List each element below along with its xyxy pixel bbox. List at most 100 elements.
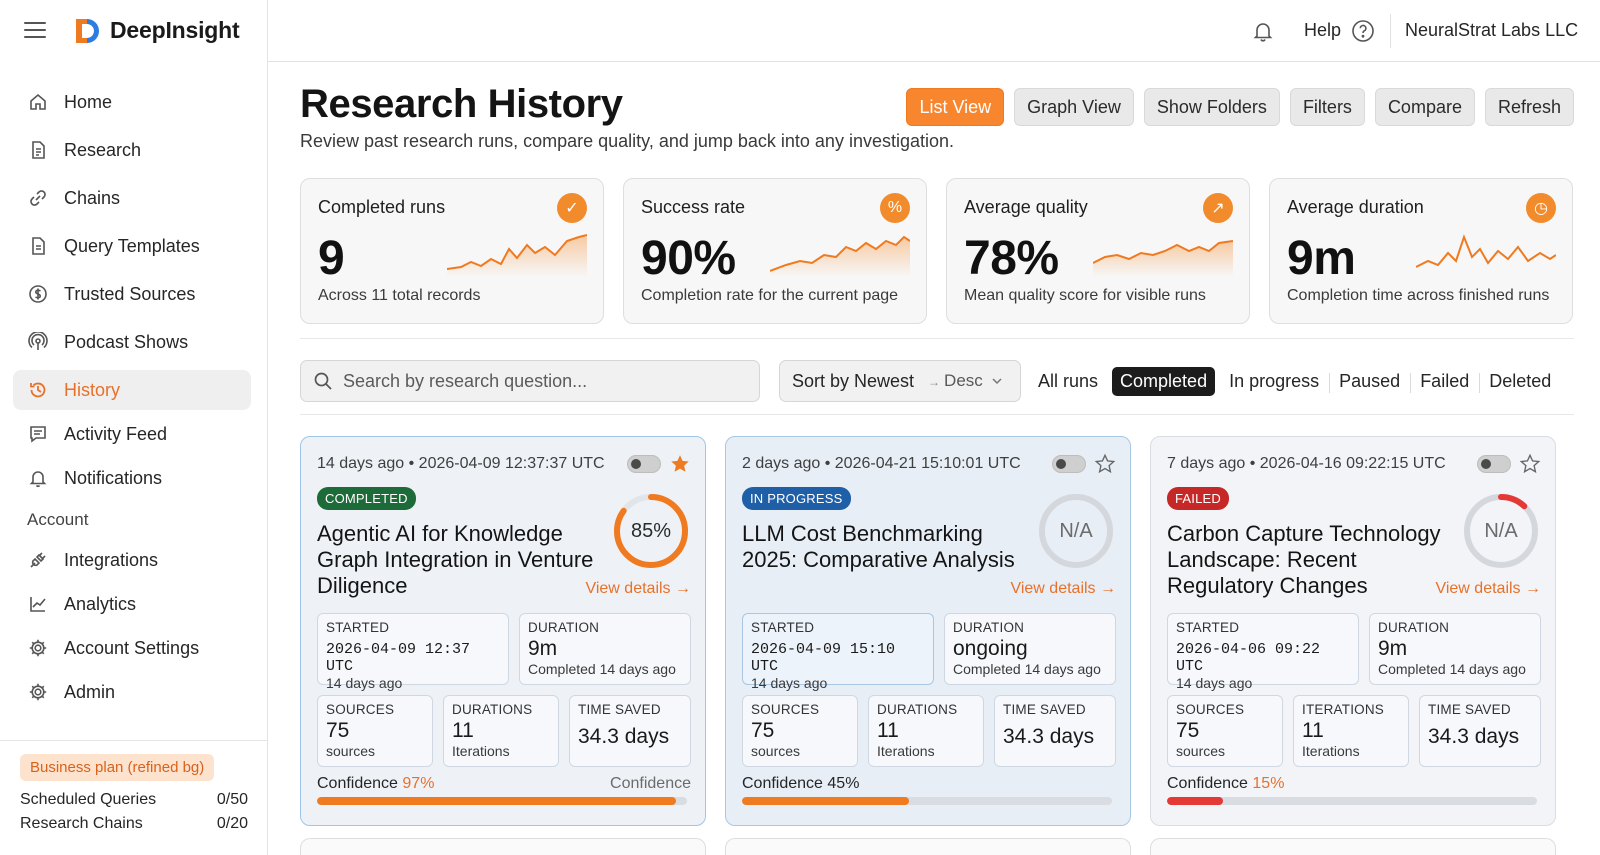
stat-iterations: ITERATIONS 11 Iterations xyxy=(1293,695,1409,767)
list-view-button[interactable]: List View xyxy=(906,88,1005,126)
sidebar-item-label: Research xyxy=(64,139,142,160)
sidebar-item-chains[interactable]: Chains xyxy=(13,178,251,218)
tab-paused[interactable]: Paused xyxy=(1329,367,1410,396)
sidebar-item-podcast-shows[interactable]: Podcast Shows xyxy=(13,322,251,362)
sort-select[interactable]: Sort by Newest → Desc xyxy=(779,360,1021,402)
stat-label: DURATIONS xyxy=(877,702,958,717)
graph-view-button[interactable]: Graph View xyxy=(1014,88,1134,126)
help-circle-icon[interactable] xyxy=(1351,19,1375,43)
research-run-card[interactable]: 7 days ago • 2026-04-16 09:22:15 UTC FAI… xyxy=(1150,436,1556,826)
sidebar-item-label: Notifications xyxy=(64,467,163,488)
star-outline-icon[interactable] xyxy=(1094,453,1116,475)
stat-sub: Iterations xyxy=(452,743,510,759)
run-title[interactable]: LLM Cost Benchmarking 2025: Comparative … xyxy=(742,521,1027,573)
compare-button[interactable]: Compare xyxy=(1374,88,1475,126)
stat-label: DURATION xyxy=(528,620,600,635)
percent-icon: % xyxy=(880,193,910,223)
history-icon xyxy=(27,379,49,401)
sidebar-item-label: History xyxy=(64,379,121,400)
select-toggle[interactable] xyxy=(627,455,661,473)
hamburger-menu-icon[interactable] xyxy=(24,22,46,40)
sidebar-nav: Home Research Chains Query Templates Tru… xyxy=(13,82,251,716)
status-badge: COMPLETED xyxy=(317,487,416,510)
clock-icon: ◷ xyxy=(1526,193,1556,223)
quality-score-ring: N/A xyxy=(1036,491,1116,571)
sidebar-item-notifications[interactable]: Notifications xyxy=(13,458,251,498)
sidebar-item-activity-feed[interactable]: Activity Feed xyxy=(13,414,251,454)
quota-value: 0/20 xyxy=(216,815,248,832)
sidebar-item-research[interactable]: Research xyxy=(13,130,251,170)
next-row-card-peek xyxy=(300,838,706,855)
research-run-card[interactable]: 2 days ago • 2026-04-21 15:10:01 UTC IN … xyxy=(725,436,1131,826)
notifications-bell-icon[interactable] xyxy=(1251,19,1275,43)
stat-iterations: DURATIONS 11 Iterations xyxy=(868,695,984,767)
deepinsight-logo-icon xyxy=(76,19,99,43)
view-details-link[interactable]: View details → xyxy=(1010,580,1116,598)
sidebar-item-label: Chains xyxy=(64,187,121,208)
tab-deleted[interactable]: Deleted xyxy=(1479,367,1561,396)
stat-sources: SOURCES 75 sources xyxy=(1167,695,1283,767)
tab-failed[interactable]: Failed xyxy=(1410,367,1479,396)
help-link[interactable]: Help xyxy=(1304,20,1341,41)
org-switcher[interactable]: NeuralStrat Labs LLC xyxy=(1405,20,1578,41)
stat-value: 75 xyxy=(326,719,350,742)
main-content: Research History Review past research ru… xyxy=(268,62,1600,855)
quality-score-ring: N/A xyxy=(1461,491,1541,571)
stat-value: 11 xyxy=(1302,719,1324,742)
confidence-text: Confidence xyxy=(1167,775,1248,792)
quality-score-ring: 85% xyxy=(611,491,691,571)
star-filled-icon[interactable] xyxy=(669,453,691,475)
view-details-link[interactable]: View details → xyxy=(585,580,691,598)
metrics-row: Completed runs ✓ 9 Across 11 total recor… xyxy=(300,178,1574,324)
run-timestamp: 7 days ago • 2026-04-16 09:22:15 UTC xyxy=(1167,455,1446,472)
metric-value: 78% xyxy=(964,232,1059,285)
filters-button[interactable]: Filters xyxy=(1289,88,1365,126)
sidebar-item-query-templates[interactable]: Query Templates xyxy=(13,226,251,266)
confidence-label: Confidence 97% xyxy=(317,775,434,793)
confidence-bar xyxy=(317,797,687,805)
select-toggle[interactable] xyxy=(1477,455,1511,473)
brand-name: DeepInsight xyxy=(110,17,240,43)
stat-started: STARTED 2026-04-09 15:10 UTC 14 days ago xyxy=(742,613,934,691)
gear-icon xyxy=(27,637,49,659)
select-toggle[interactable] xyxy=(1052,455,1086,473)
stat-sub: Completed 14 days ago xyxy=(953,661,1101,677)
message-icon xyxy=(27,423,49,445)
tab-in-progress[interactable]: In progress xyxy=(1219,367,1329,396)
plan-badge[interactable]: Business plan (refined bg) xyxy=(20,754,215,781)
tab-all-runs[interactable]: All runs xyxy=(1028,367,1108,396)
run-timestamp: 14 days ago • 2026-04-09 12:37:37 UTC xyxy=(317,455,605,472)
stat-iterations: DURATIONS 11 Iterations xyxy=(443,695,559,767)
sidebar-item-integrations[interactable]: Integrations xyxy=(13,540,251,580)
confidence-bar-fill xyxy=(742,797,909,805)
page-subtitle: Review past research runs, compare quali… xyxy=(300,131,955,151)
metric-value: 9m xyxy=(1287,232,1356,285)
stat-sub: 14 days ago xyxy=(326,675,403,691)
stat-duration: DURATION ongoing Completed 14 days ago xyxy=(944,613,1116,685)
sidebar-item-admin[interactable]: Admin xyxy=(13,672,251,712)
stat-value: 75 xyxy=(751,719,775,742)
quota-value: 0/50 xyxy=(216,791,248,808)
star-outline-icon[interactable] xyxy=(1519,453,1541,475)
view-details-link[interactable]: View details → xyxy=(1435,580,1541,598)
show-folders-button[interactable]: Show Folders xyxy=(1143,88,1280,126)
sidebar-item-label: Account Settings xyxy=(64,637,200,658)
research-run-card[interactable]: 14 days ago • 2026-04-09 12:37:37 UTC CO… xyxy=(300,436,706,826)
sidebar-item-account-settings[interactable]: Account Settings xyxy=(13,628,251,668)
home-icon xyxy=(27,91,49,113)
refresh-button[interactable]: Refresh xyxy=(1484,88,1574,126)
view-toolbar: List View Graph View Show Folders Filter… xyxy=(906,88,1574,126)
metric-label: Success rate xyxy=(641,197,746,217)
search-input[interactable]: Search by research question... xyxy=(300,360,760,402)
sidebar-item-analytics[interactable]: Analytics xyxy=(13,584,251,624)
run-title[interactable]: Agentic AI for Knowledge Graph Integrati… xyxy=(317,521,602,599)
brand-header: DeepInsight xyxy=(0,0,268,62)
run-title[interactable]: Carbon Capture Technology Landscape: Rec… xyxy=(1167,521,1452,599)
sidebar-item-trusted-sources[interactable]: Trusted Sources xyxy=(13,274,251,314)
stat-value: 2026-04-06 09:22 UTC xyxy=(1176,641,1321,675)
tab-completed[interactable]: Completed xyxy=(1112,366,1216,396)
top-bar: Help NeuralStrat Labs LLC xyxy=(268,0,1600,62)
confidence-caption: Confidence xyxy=(610,775,691,792)
sidebar-item-home[interactable]: Home xyxy=(13,82,251,122)
sidebar-item-history[interactable]: History xyxy=(13,370,251,410)
